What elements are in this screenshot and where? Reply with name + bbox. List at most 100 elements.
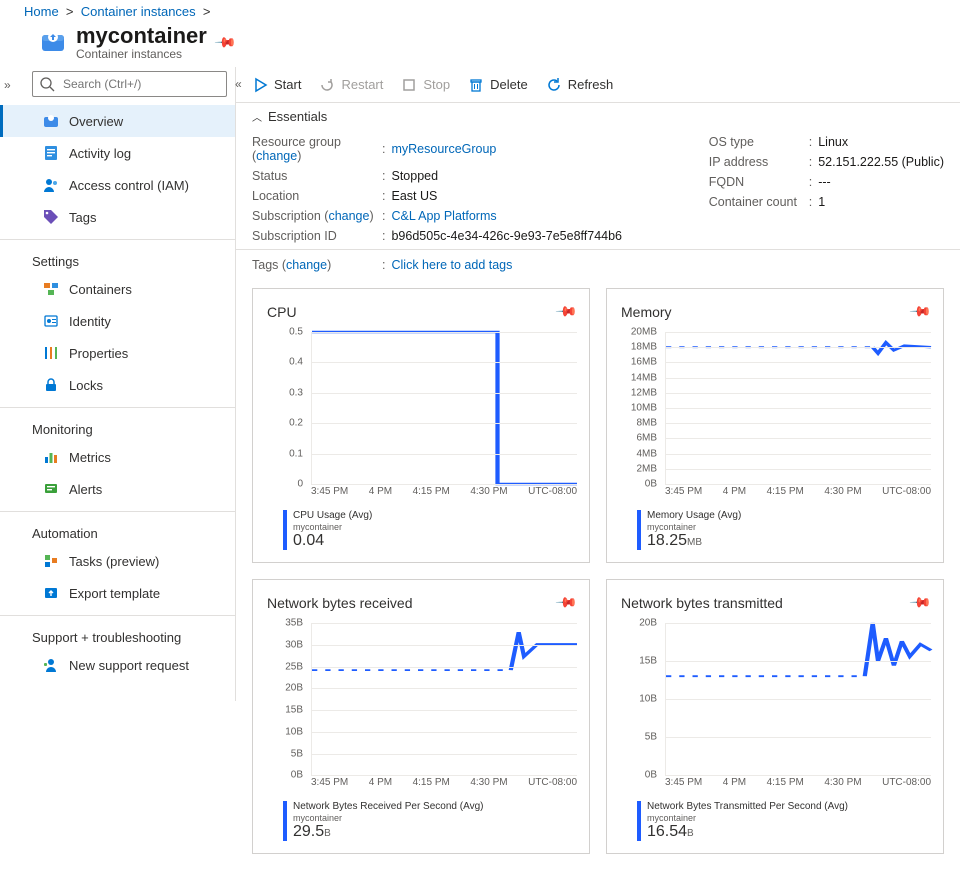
tx-value: 16.54 (647, 823, 687, 840)
y-tick-label: 5B (645, 732, 657, 743)
alerts-icon (43, 481, 59, 497)
x-tick-label: UTC-08:00 (528, 777, 577, 793)
chevron-up-icon: ︿ (252, 109, 262, 124)
sidebar-item-access-control[interactable]: Access control (IAM) (0, 169, 235, 201)
chart-title: CPU (267, 304, 297, 320)
y-tick-label: 25B (285, 661, 303, 672)
y-tick-label: 30B (285, 639, 303, 650)
sidebar-item-export-template[interactable]: Export template (0, 577, 235, 609)
support-icon (43, 657, 59, 673)
x-tick-label: 4 PM (723, 777, 746, 793)
crumb-home[interactable]: Home (24, 4, 59, 19)
os-type-value: Linux (818, 135, 848, 149)
sidebar-item-properties[interactable]: Properties (0, 337, 235, 369)
chart-title: Network bytes transmitted (621, 595, 783, 611)
pin-icon[interactable]: 📌 (554, 299, 578, 323)
sidebar-item-locks[interactable]: Locks (0, 369, 235, 401)
breadcrumb: Home > Container instances > (0, 0, 960, 23)
start-button[interactable]: Start (252, 77, 301, 93)
y-tick-label: 4MB (636, 448, 657, 459)
restart-button[interactable]: Restart (319, 77, 383, 93)
y-tick-label: 0.1 (289, 448, 303, 459)
stop-icon (401, 77, 417, 93)
y-tick-label: 10MB (631, 403, 657, 414)
x-tick-label: 3:45 PM (665, 777, 702, 793)
fqdn-value: --- (818, 175, 831, 189)
chart-tx[interactable]: 20B15B10B5B0B3:45 PM4 PM4:15 PM4:30 PMUT… (621, 623, 935, 793)
y-tick-label: 8MB (636, 418, 657, 429)
x-tick-label: 4:30 PM (824, 486, 861, 502)
chart-card-rx: Network bytes received📌 35B30B25B20B15B1… (252, 579, 590, 854)
x-tick-label: 4:30 PM (470, 777, 507, 793)
identity-icon (43, 313, 59, 329)
change-subscription-link[interactable]: change (328, 209, 369, 223)
sidebar-item-label: Access control (IAM) (69, 178, 189, 193)
containers-icon (43, 281, 59, 297)
x-tick-label: UTC-08:00 (528, 486, 577, 502)
change-tags-link[interactable]: change (286, 258, 327, 272)
y-tick-label: 0B (645, 479, 657, 490)
sidebar-item-containers[interactable]: Containers (0, 273, 235, 305)
pin-icon[interactable]: 📌 (908, 299, 932, 323)
x-tick-label: 4:30 PM (470, 486, 507, 502)
sidebar-item-label: Metrics (69, 450, 111, 465)
y-tick-label: 5B (291, 748, 303, 759)
x-tick-label: 4:15 PM (413, 777, 450, 793)
delete-button[interactable]: Delete (468, 77, 528, 93)
sidebar-item-tasks[interactable]: Tasks (preview) (0, 545, 235, 577)
essentials-toggle[interactable]: ︿ Essentials (236, 103, 960, 131)
sidebar-item-label: Alerts (69, 482, 102, 497)
sidebar-group-monitoring: Monitoring (0, 407, 235, 441)
rx-value: 29.5 (293, 823, 324, 840)
sidebar-item-new-support-request[interactable]: New support request (0, 649, 235, 681)
tasks-icon (43, 553, 59, 569)
chart-title: Network bytes received (267, 595, 413, 611)
expand-chevron-icon[interactable]: » (4, 78, 11, 92)
sidebar-item-overview[interactable]: Overview (0, 105, 235, 137)
chart-card-cpu: CPU 📌 0.50.40.30.20.103:45 PM4 PM4:15 PM4… (252, 288, 590, 563)
stop-button[interactable]: Stop (401, 77, 450, 93)
iam-icon (43, 177, 59, 193)
y-tick-label: 0.5 (289, 327, 303, 338)
resource-group-link[interactable]: myResourceGroup (391, 142, 496, 156)
y-tick-label: 18MB (631, 342, 657, 353)
pin-icon[interactable]: 📌 (213, 30, 237, 54)
add-tags-link[interactable]: Click here to add tags (391, 258, 512, 272)
chart-rx[interactable]: 35B30B25B20B15B10B5B0B3:45 PM4 PM4:15 PM… (267, 623, 581, 793)
sidebar-item-alerts[interactable]: Alerts (0, 473, 235, 505)
cpu-value: 0.04 (293, 532, 324, 549)
search-icon (39, 76, 55, 92)
sidebar-item-activity-log[interactable]: Activity log (0, 137, 235, 169)
delete-icon (468, 77, 484, 93)
y-tick-label: 2MB (636, 463, 657, 474)
pin-icon[interactable]: 📌 (554, 591, 578, 615)
sidebar-item-label: Identity (69, 314, 111, 329)
y-tick-label: 14MB (631, 372, 657, 383)
play-icon (252, 77, 268, 93)
sidebar-item-identity[interactable]: Identity (0, 305, 235, 337)
x-tick-label: 4:15 PM (413, 486, 450, 502)
page-title: mycontainer (76, 23, 207, 49)
change-resource-group-link[interactable]: change (256, 149, 297, 163)
sidebar-item-tags[interactable]: Tags (0, 201, 235, 233)
chart-memory[interactable]: 20MB18MB16MB14MB12MB10MB8MB6MB4MB2MB0B3:… (621, 332, 935, 502)
x-tick-label: 3:45 PM (311, 777, 348, 793)
crumb-container-instances[interactable]: Container instances (81, 4, 196, 19)
chart-cpu[interactable]: 0.50.40.30.20.103:45 PM4 PM4:15 PM4:30 P… (267, 332, 581, 502)
y-tick-label: 0B (291, 770, 303, 781)
refresh-button[interactable]: Refresh (546, 77, 614, 93)
y-tick-label: 0.4 (289, 357, 303, 368)
subscription-id-value: b96d505c-4e34-426c-9e93-7e5e8ff744b6 (391, 229, 622, 243)
x-tick-label: 4:30 PM (824, 777, 861, 793)
pin-icon[interactable]: 📌 (908, 591, 932, 615)
y-tick-label: 16MB (631, 357, 657, 368)
refresh-icon (546, 77, 562, 93)
y-tick-label: 20B (639, 618, 657, 629)
lock-icon (43, 377, 59, 393)
sidebar-item-metrics[interactable]: Metrics (0, 441, 235, 473)
search-input[interactable] (32, 71, 227, 97)
container-instance-icon (40, 29, 66, 55)
sidebar-item-label: Activity log (69, 146, 131, 161)
export-icon (43, 585, 59, 601)
subscription-link[interactable]: C&L App Platforms (391, 209, 496, 223)
